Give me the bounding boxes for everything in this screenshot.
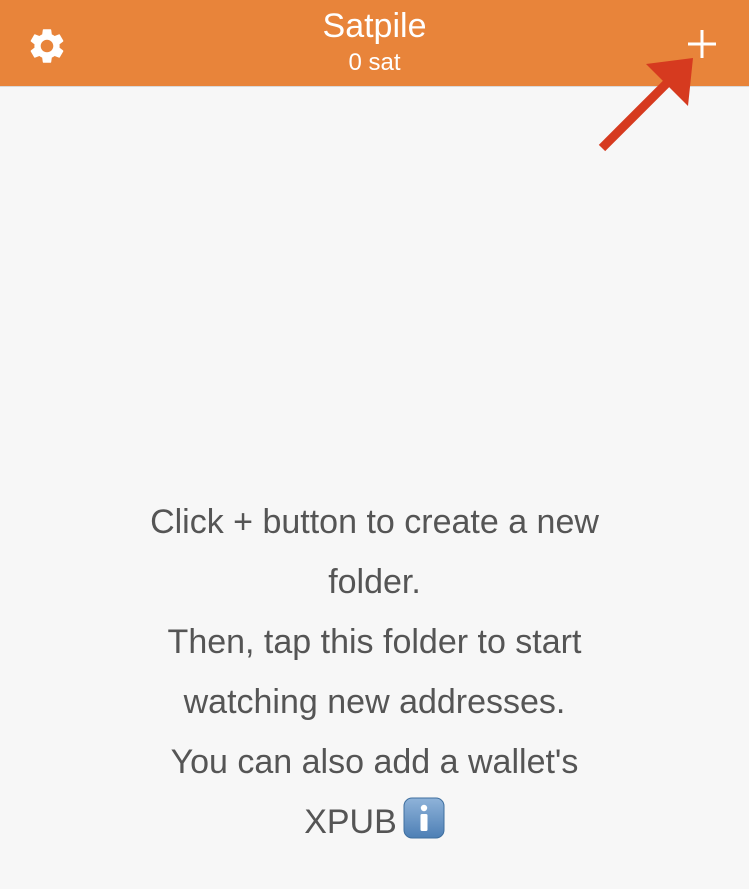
info-icon[interactable]: [403, 797, 445, 839]
message-line: watching new addresses.: [183, 683, 566, 721]
message-line-xpub: XPUB: [90, 792, 659, 852]
message-line: Click + button to create a new: [150, 503, 599, 541]
app-title: Satpile: [322, 7, 427, 45]
arrow-icon: [598, 58, 693, 152]
message-line: folder.: [328, 563, 421, 601]
message-line: You can also add a wallet's: [170, 743, 579, 781]
xpub-label: XPUB: [304, 803, 397, 841]
empty-state-message: Click + button to create a new folder. T…: [90, 492, 659, 852]
message-line: Then, tap this folder to start: [167, 623, 582, 661]
